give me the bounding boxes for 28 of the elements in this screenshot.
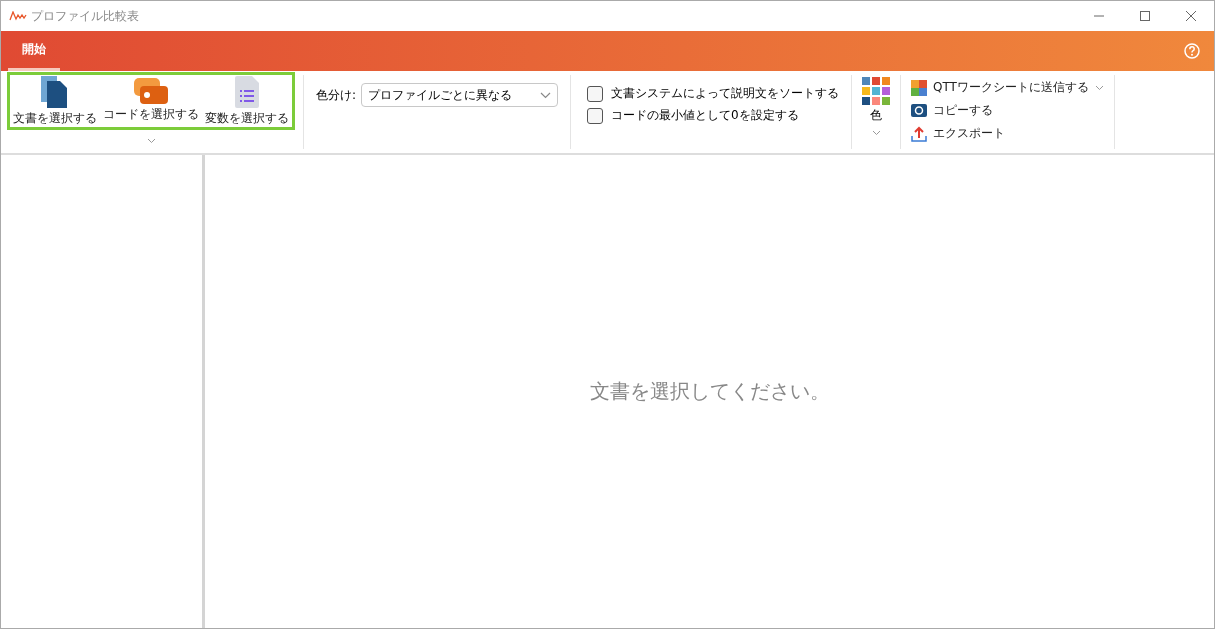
camera-icon [911,104,928,117]
action-button[interactable]: コピーする [911,102,994,119]
select-button[interactable]: コードを選択する [100,75,202,127]
option-checkbox[interactable]: コードの最小値として0を設定する [587,107,840,124]
puzzle-icon [911,79,928,96]
chevron-down-icon[interactable] [871,130,881,136]
chevron-down-icon[interactable] [1094,84,1104,91]
color-by-dropdown[interactable]: プロファイルごとに異なる [361,83,559,107]
action-button[interactable]: エクスポート [911,125,1006,142]
chevron-down-icon[interactable] [146,138,156,144]
checkbox[interactable] [587,107,604,124]
select-button[interactable]: 変数を選択する [202,75,292,127]
tag-icon [134,76,168,104]
checkbox[interactable] [587,85,604,102]
app-logo-icon [9,11,27,21]
color-by-label: 色分け: [316,87,357,104]
chevron-down-icon [540,91,552,99]
action-button[interactable]: QTTワークシートに送信する [911,79,1089,96]
help-icon[interactable] [1184,43,1200,59]
color-button[interactable]: 色 [858,75,895,126]
window-title: プロファイル比較表 [31,7,139,25]
option-checkbox[interactable]: 文書システムによって説明文をソートする [587,85,840,102]
select-button[interactable]: 文書を選択する [10,75,100,127]
upload-icon [911,125,928,142]
list-document-icon [235,76,259,108]
document-icon [41,76,69,108]
ribbon-tab[interactable]: 開始 [8,31,60,71]
empty-message: 文書を選択してください。 [589,378,830,405]
